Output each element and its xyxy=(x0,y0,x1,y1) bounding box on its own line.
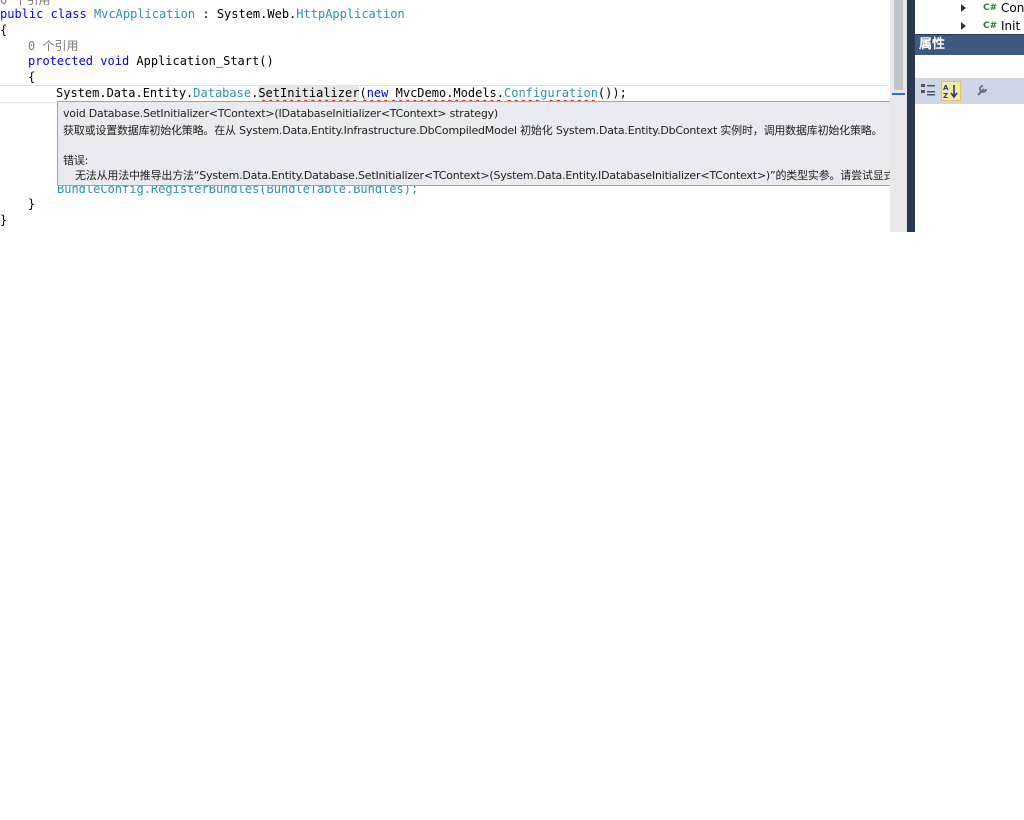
expand-arrow-icon[interactable] xyxy=(961,4,966,12)
open-paren: ( xyxy=(359,86,367,100)
csharp-file-icon: C# xyxy=(983,21,998,31)
keyword-protected: protected xyxy=(28,54,94,68)
alphabetical-icon: A Z xyxy=(943,84,958,100)
scrollbar-thumb[interactable] xyxy=(894,0,903,90)
scrollbar-caret-marker xyxy=(892,93,905,95)
code-line-method-brace-open[interactable]: { xyxy=(28,69,35,85)
code-line-class-declaration[interactable]: public class MvcApplication : System.Web… xyxy=(0,6,405,22)
solution-item[interactable]: C# Init xyxy=(915,18,1024,34)
code-line-set-initializer-call[interactable]: System.Data.Entity.Database.SetInitializ… xyxy=(56,85,627,101)
database-type: Database xyxy=(193,86,252,100)
code-line-method-brace-close[interactable]: } xyxy=(28,196,35,212)
keyword-class: class xyxy=(50,7,87,21)
properties-toolbar: A Z xyxy=(915,78,1024,104)
csharp-file-icon: C# xyxy=(983,3,998,13)
tooltip-error-message: 无法从用法中推导出方法“System.Data.Entity.Database.… xyxy=(75,169,970,182)
close-paren-semicolon: ()); xyxy=(597,86,627,100)
svg-text:Z: Z xyxy=(943,92,948,100)
categorized-icon xyxy=(921,84,935,96)
expand-arrow-icon[interactable] xyxy=(961,22,966,30)
code-line-brace-open[interactable]: { xyxy=(0,22,7,38)
class-name: MvcApplication xyxy=(93,7,196,21)
property-pages-button[interactable] xyxy=(973,81,993,101)
categorized-button[interactable] xyxy=(919,81,939,101)
code-line-method-declaration[interactable]: protected void Application_Start() xyxy=(28,53,274,69)
colon: : xyxy=(202,7,210,21)
svg-text:A: A xyxy=(943,84,949,92)
base-namespace: System.Web. xyxy=(216,7,297,21)
codelens-method-reference-count[interactable]: 0 个引用 xyxy=(28,38,78,54)
property-pages-icon xyxy=(977,85,987,96)
quickinfo-tooltip: void Database.SetInitializer<TContext>(I… xyxy=(57,101,996,186)
tooltip-summary: 获取或设置数据库初始化策略。在从 System.Data.Entity.Infr… xyxy=(63,124,883,137)
keyword-public: public xyxy=(0,7,44,21)
solution-explorer[interactable]: C# Con C# Init xyxy=(915,0,1024,34)
solution-item[interactable]: C# Con xyxy=(915,0,1024,16)
namespace-text: System.Data.Entity. xyxy=(56,86,194,100)
code-line-class-brace-close[interactable]: } xyxy=(0,212,7,228)
solution-item-label: Init xyxy=(1001,19,1021,33)
configuration-type: Configuration xyxy=(504,86,598,100)
keyword-void: void xyxy=(100,54,130,68)
base-type: HttpApplication xyxy=(296,7,405,21)
argument-namespace: MvcDemo.Models. xyxy=(395,86,504,100)
alphabetical-button[interactable]: A Z xyxy=(941,81,961,101)
tooltip-error-label: 错误: xyxy=(63,154,89,167)
keyword-new: new xyxy=(366,86,389,100)
method-name: Application_Start() xyxy=(136,54,274,68)
editor-vertical-scrollbar[interactable] xyxy=(890,0,907,232)
solution-item-label: Con xyxy=(1001,1,1024,15)
tooltip-signature: void Database.SetInitializer<TContext>(I… xyxy=(63,107,499,120)
properties-panel-title: 属性 xyxy=(915,35,1024,55)
set-initializer-method[interactable]: SetInitializer xyxy=(258,86,360,100)
